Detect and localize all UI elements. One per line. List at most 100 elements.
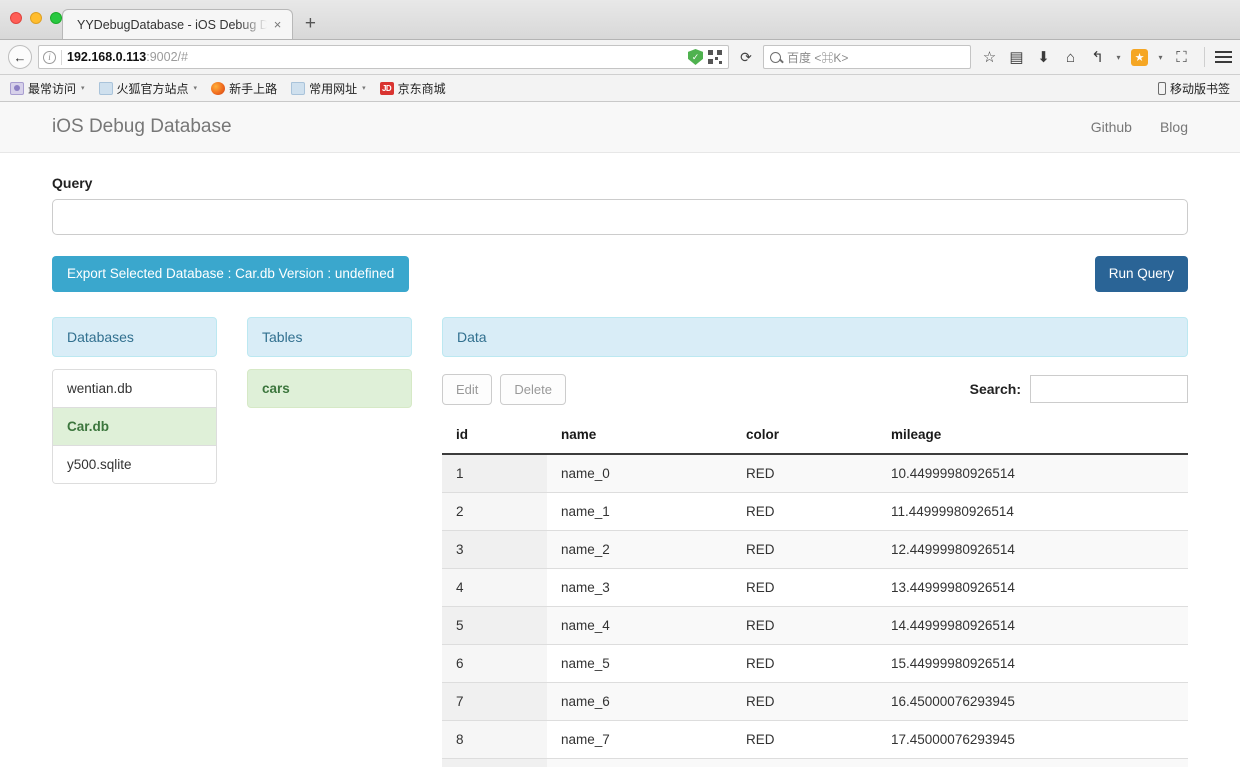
downloads-icon[interactable]: ⬇ bbox=[1031, 44, 1056, 70]
table-row[interactable]: 6 name_5 RED 15.44999980926514 bbox=[442, 644, 1188, 683]
pocket-icon[interactable]: ★ bbox=[1127, 44, 1152, 70]
chevron-down-icon: ▾ bbox=[362, 85, 366, 92]
screenshot-icon[interactable]: ⛶ bbox=[1169, 44, 1194, 70]
table-cell-name: name_6 bbox=[547, 682, 732, 721]
nav-link-github[interactable]: Github bbox=[1091, 119, 1132, 135]
mobile-bookmarks-button[interactable]: 移动版书签 bbox=[1157, 80, 1230, 97]
toolbar-icons: ☆ ▤ ⬇ ⌂ ↰ ▾ ★ ▾ ⛶ bbox=[977, 44, 1194, 70]
nav-link-blog[interactable]: Blog bbox=[1160, 119, 1188, 135]
table-cell-name: name_2 bbox=[547, 530, 732, 569]
page-info-icon[interactable]: i bbox=[43, 50, 56, 64]
table-cell-id: 8 bbox=[442, 720, 547, 759]
folder-icon bbox=[291, 81, 306, 95]
table-row[interactable]: 3 name_2 RED 12.44999980926514 bbox=[442, 530, 1188, 569]
bookmark-firefox-site[interactable]: 火狐官方站点 ▾ bbox=[98, 80, 197, 97]
address-bar[interactable]: i 192.168.0.113:9002/# bbox=[38, 45, 729, 69]
minimize-window-button[interactable] bbox=[30, 12, 42, 24]
table-row[interactable]: 5 name_4 RED 14.44999980926514 bbox=[442, 606, 1188, 645]
tab-strip: YYDebugDatabase - iOS Debug D × + bbox=[62, 0, 327, 39]
bookmark-label: 火狐官方站点 bbox=[116, 81, 189, 96]
table-cell-name: name_7 bbox=[547, 720, 732, 759]
bookmarks-bar: 最常访问 ▾ 火狐官方站点 ▾ 新手上路 常用网址 ▾ JD 京东商城 移动版书… bbox=[0, 75, 1240, 102]
address-divider bbox=[61, 49, 62, 65]
databases-panel: Databases wentian.db Car.db y500.sqlite bbox=[52, 316, 217, 768]
shield-icon[interactable] bbox=[688, 49, 703, 65]
search-placeholder: 百度 <⌘K> bbox=[787, 50, 849, 65]
close-tab-icon[interactable]: × bbox=[269, 18, 287, 31]
table-cell-id: 9 bbox=[442, 758, 547, 767]
address-bar-icons bbox=[688, 49, 724, 65]
address-host: 192.168.0.113 bbox=[67, 50, 147, 64]
run-query-button[interactable]: Run Query bbox=[1094, 256, 1188, 292]
query-label: Query bbox=[52, 175, 93, 191]
bookmark-label: 最常访问 bbox=[28, 81, 77, 96]
list-item[interactable]: y500.sqlite bbox=[53, 445, 216, 483]
bookmark-label: 常用网址 bbox=[309, 81, 358, 96]
table-cell-mileage: 12.44999980926514 bbox=[877, 530, 1188, 569]
table-cell-mileage: 11.44999980926514 bbox=[877, 492, 1188, 531]
main-container: Query Export Selected Database : Car.db … bbox=[0, 153, 1240, 767]
browser-tab[interactable]: YYDebugDatabase - iOS Debug D × bbox=[62, 9, 294, 39]
column-header-name[interactable]: name bbox=[547, 417, 732, 455]
chevron-down-icon-2[interactable]: ▾ bbox=[1154, 44, 1167, 70]
table-cell-mileage: 13.44999980926514 bbox=[877, 568, 1188, 607]
table-cell-mileage: 16.45000076293945 bbox=[877, 682, 1188, 721]
bookmark-common-sites[interactable]: 常用网址 ▾ bbox=[291, 80, 366, 97]
tables-panel: Tables cars bbox=[247, 316, 412, 768]
table-row[interactable]: 1 name_0 RED 10.44999980926514 bbox=[442, 453, 1188, 493]
list-item[interactable]: wentian.db bbox=[53, 369, 216, 408]
maximize-window-button[interactable] bbox=[50, 12, 62, 24]
table-cell-color: RED bbox=[732, 644, 877, 683]
table-row[interactable]: 7 name_6 RED 16.45000076293945 bbox=[442, 682, 1188, 721]
home-icon[interactable]: ⌂ bbox=[1058, 44, 1083, 70]
table-cell-mileage: 15.44999980926514 bbox=[877, 644, 1188, 683]
table-header-row: id name color mileage bbox=[442, 417, 1188, 455]
tables-list: cars bbox=[247, 368, 412, 408]
table-cell-mileage: 18.45000076293945 bbox=[877, 758, 1188, 767]
table-cell-color: RED bbox=[732, 453, 877, 493]
table-cell-color: RED bbox=[732, 682, 877, 721]
address-path: :9002/# bbox=[146, 50, 188, 64]
table-cell-id: 3 bbox=[442, 530, 547, 569]
delete-button[interactable]: Delete bbox=[500, 373, 566, 405]
back-button[interactable]: ← bbox=[8, 45, 32, 69]
bookmark-star-icon[interactable]: ☆ bbox=[977, 44, 1002, 70]
reader-view-icon[interactable]: ▤ bbox=[1004, 44, 1029, 70]
column-header-mileage[interactable]: mileage bbox=[877, 417, 1188, 455]
history-back-icon[interactable]: ↰ bbox=[1085, 44, 1110, 70]
bookmark-getting-started[interactable]: 新手上路 bbox=[211, 80, 277, 97]
table-row[interactable]: 8 name_7 RED 17.45000076293945 bbox=[442, 720, 1188, 759]
query-actions: Export Selected Database : Car.db Versio… bbox=[52, 256, 1188, 292]
qr-code-icon[interactable] bbox=[708, 50, 722, 64]
bookmark-most-visited[interactable]: 最常访问 ▾ bbox=[10, 80, 85, 97]
search-input[interactable] bbox=[1030, 375, 1188, 403]
bookmark-jd[interactable]: JD 京东商城 bbox=[379, 80, 446, 97]
column-header-id[interactable]: id bbox=[442, 417, 547, 455]
data-panel: Data Edit Delete Search: id name color m… bbox=[442, 316, 1188, 767]
table-row[interactable]: 4 name_3 RED 13.44999980926514 bbox=[442, 568, 1188, 607]
close-window-button[interactable] bbox=[10, 12, 22, 24]
panels-row: Databases wentian.db Car.db y500.sqlite … bbox=[52, 316, 1188, 768]
column-header-color[interactable]: color bbox=[732, 417, 877, 455]
table-cell-color: RED bbox=[732, 606, 877, 645]
table-cell-mileage: 14.44999980926514 bbox=[877, 606, 1188, 645]
menu-icon[interactable] bbox=[1215, 51, 1232, 63]
page-title: iOS Debug Database bbox=[52, 116, 232, 137]
data-table-head: id name color mileage bbox=[442, 417, 1188, 455]
data-toolbar: Edit Delete Search: bbox=[442, 373, 1188, 405]
table-cell-name: name_0 bbox=[547, 453, 732, 493]
table-cell-color: RED bbox=[732, 492, 877, 531]
table-row[interactable]: 2 name_1 RED 11.44999980926514 bbox=[442, 492, 1188, 531]
edit-button[interactable]: Edit bbox=[442, 373, 493, 405]
export-database-button[interactable]: Export Selected Database : Car.db Versio… bbox=[52, 256, 410, 292]
toolbar-divider bbox=[1204, 47, 1205, 67]
list-item[interactable]: cars bbox=[248, 370, 411, 407]
chevron-down-icon[interactable]: ▾ bbox=[1112, 44, 1125, 70]
table-row[interactable]: 9name_8RED18.45000076293945 bbox=[442, 758, 1188, 767]
page-content: iOS Debug Database Github Blog Query Exp… bbox=[0, 102, 1240, 767]
query-input[interactable] bbox=[52, 199, 1188, 235]
search-bar[interactable]: 百度 <⌘K> bbox=[763, 45, 971, 69]
reload-icon[interactable]: ⟳ bbox=[735, 46, 757, 68]
list-item[interactable]: Car.db bbox=[53, 407, 216, 446]
new-tab-button[interactable]: + bbox=[293, 9, 327, 39]
